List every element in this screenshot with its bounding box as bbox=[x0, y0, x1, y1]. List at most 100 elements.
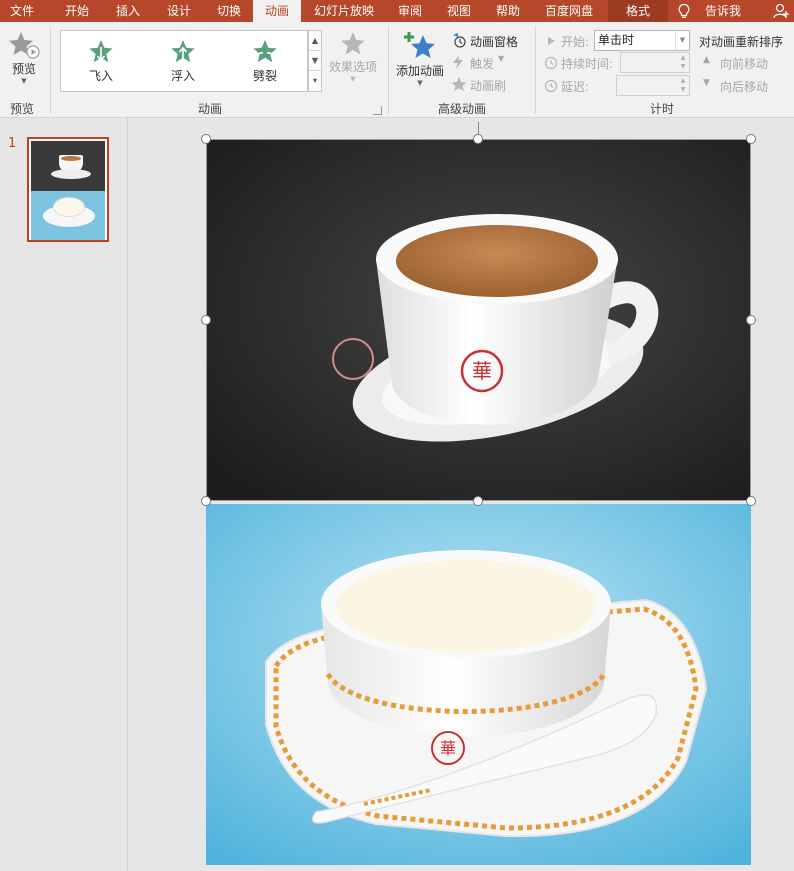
animation-dialog-launcher[interactable] bbox=[373, 106, 382, 115]
pudding-illustration: 華 bbox=[206, 504, 751, 865]
preview-group-label: 预览 bbox=[9, 102, 34, 116]
resize-handle-bottom-right[interactable] bbox=[746, 496, 756, 506]
tab-home[interactable]: 开始 bbox=[53, 0, 101, 22]
start-select-value: 单击时 bbox=[598, 33, 635, 47]
slide-editing-canvas: 華 華 bbox=[129, 118, 794, 871]
move-later-button: ▼ 向后移动 bbox=[703, 78, 783, 94]
effect-fly-in[interactable]: 飞入 bbox=[71, 39, 131, 89]
fly-in-label: 飞入 bbox=[88, 69, 113, 83]
add-animation-button[interactable]: 添加动画 ▼ bbox=[394, 30, 446, 94]
preview-dropdown-arrow[interactable]: ▼ bbox=[4, 77, 44, 85]
delay-input[interactable]: ▲ ▼ bbox=[616, 75, 690, 96]
animation-effects-gallery: 飞入 浮入 劈裂 bbox=[60, 30, 308, 92]
tab-baidu-netdisk[interactable]: 百度网盘 bbox=[536, 0, 602, 22]
animation-painter-button: 动画刷 bbox=[450, 76, 530, 94]
slide-thumbnail[interactable] bbox=[27, 137, 109, 242]
resize-handle-left[interactable] bbox=[201, 315, 211, 325]
thumbnail-pudding-image bbox=[31, 191, 105, 240]
animation-painter-label: 动画刷 bbox=[470, 79, 507, 93]
resize-handle-top-left[interactable] bbox=[201, 134, 211, 144]
tab-file[interactable]: 文件 bbox=[0, 0, 44, 22]
animation-group-label: 动画 bbox=[197, 102, 222, 116]
effect-split[interactable]: 劈裂 bbox=[235, 39, 295, 89]
preview-label: 预览 bbox=[11, 62, 36, 76]
tab-format[interactable]: 格式 bbox=[608, 0, 668, 22]
chevron-down-icon[interactable]: ▼ bbox=[675, 31, 689, 50]
share-person-icon[interactable] bbox=[772, 2, 790, 20]
timing-group-label: 计时 bbox=[649, 102, 674, 116]
split-label: 劈裂 bbox=[252, 69, 277, 83]
svg-text:華: 華 bbox=[472, 359, 492, 383]
move-later-label: 向后移动 bbox=[720, 80, 769, 94]
split-star-icon bbox=[253, 40, 277, 63]
gallery-more-button[interactable]: ▾ bbox=[309, 71, 321, 91]
animation-painter-icon bbox=[451, 77, 467, 91]
milk-tea-image[interactable]: 華 bbox=[206, 139, 751, 501]
effect-options-button[interactable]: 效果选项 ▼ bbox=[326, 30, 380, 92]
tab-help[interactable]: 帮助 bbox=[485, 0, 531, 22]
tab-transitions[interactable]: 切换 bbox=[205, 0, 253, 22]
tab-view[interactable]: 视图 bbox=[436, 0, 482, 22]
duration-label: 持续时间: bbox=[561, 57, 614, 71]
slide-number: 1 bbox=[8, 136, 17, 151]
add-animation-label: 添加动画 bbox=[395, 64, 444, 78]
ribbon-animations: 预览 ▼ 预览 飞入 浮入 劈裂 ▲ ▼ ▾ 效果选项 ▼ 动画 添加动画 ▼ … bbox=[0, 22, 794, 118]
ribbon-tab-bar: 文件 开始 插入 设计 切换 动画 幻灯片放映 审阅 视图 帮助 百度网盘 格式… bbox=[0, 0, 794, 22]
resize-handle-bottom[interactable] bbox=[473, 496, 483, 506]
tab-animations[interactable]: 动画 bbox=[253, 0, 301, 22]
triangle-down-icon: ▼ bbox=[703, 78, 710, 88]
duration-input[interactable]: ▲ ▼ bbox=[620, 52, 690, 73]
milk-tea-illustration: 華 bbox=[206, 139, 751, 501]
lightbulb-icon bbox=[678, 3, 690, 18]
add-animation-dropdown-arrow[interactable]: ▼ bbox=[394, 79, 446, 87]
gallery-scroller[interactable]: ▲ ▼ ▾ bbox=[308, 30, 322, 92]
resize-handle-top[interactable] bbox=[473, 134, 483, 144]
trigger-label: 触发 bbox=[470, 57, 495, 71]
tab-design[interactable]: 设计 bbox=[155, 0, 203, 22]
start-select[interactable]: 单击时 ▼ bbox=[594, 30, 690, 51]
animation-pane-button[interactable]: 动画窗格 bbox=[450, 32, 530, 50]
play-start-icon bbox=[548, 37, 555, 45]
float-in-star-icon bbox=[171, 40, 195, 63]
tab-slideshow[interactable]: 幻灯片放映 bbox=[306, 0, 382, 22]
gallery-scroll-down[interactable]: ▼ bbox=[309, 51, 321, 71]
duration-stepper[interactable]: ▲ ▼ bbox=[677, 53, 689, 72]
effect-options-label: 效果选项 bbox=[328, 60, 377, 74]
group-separator bbox=[388, 26, 389, 114]
effect-options-star-icon bbox=[341, 32, 365, 55]
start-label: 开始: bbox=[561, 35, 590, 49]
preview-star-icon bbox=[9, 32, 40, 59]
animation-pane-label: 动画窗格 bbox=[470, 35, 519, 49]
animation-pane-icon bbox=[453, 33, 466, 48]
delay-clock-icon bbox=[544, 79, 558, 93]
group-separator bbox=[535, 26, 536, 114]
move-earlier-label: 向前移动 bbox=[720, 57, 769, 71]
tell-me-box[interactable]: 告诉我 bbox=[698, 0, 748, 22]
tab-insert[interactable]: 插入 bbox=[104, 0, 152, 22]
resize-handle-top-right[interactable] bbox=[746, 134, 756, 144]
triangle-up-icon: ▲ bbox=[703, 55, 710, 65]
svg-text:華: 華 bbox=[440, 739, 456, 758]
delay-label: 延迟: bbox=[561, 80, 590, 94]
gallery-scroll-up[interactable]: ▲ bbox=[309, 31, 321, 51]
fly-in-star-icon bbox=[89, 40, 113, 63]
delay-stepper[interactable]: ▲ ▼ bbox=[677, 76, 689, 95]
move-earlier-button: ▲ 向前移动 bbox=[703, 55, 783, 71]
trigger-button: 触发 ▼ bbox=[450, 54, 530, 72]
pudding-image[interactable]: 華 bbox=[206, 504, 751, 865]
clock-icon bbox=[544, 56, 558, 70]
trigger-dropdown-arrow: ▼ bbox=[498, 54, 505, 63]
slide-thumbnail-panel: 1 bbox=[0, 118, 128, 871]
reorder-animation-label: 对动画重新排序 bbox=[699, 35, 784, 49]
preview-button[interactable]: 预览 ▼ bbox=[4, 28, 44, 94]
add-animation-icon bbox=[404, 32, 435, 58]
tab-review[interactable]: 审阅 bbox=[387, 0, 433, 22]
resize-handle-bottom-left[interactable] bbox=[201, 496, 211, 506]
thumbnail-milk-tea-image bbox=[31, 141, 105, 191]
effect-float-in[interactable]: 浮入 bbox=[153, 39, 213, 89]
effect-options-dropdown-arrow: ▼ bbox=[350, 75, 356, 83]
float-in-label: 浮入 bbox=[170, 69, 195, 83]
advanced-animation-group-label: 高级动画 bbox=[437, 102, 486, 116]
lightning-icon bbox=[453, 55, 463, 69]
resize-handle-right[interactable] bbox=[746, 315, 756, 325]
